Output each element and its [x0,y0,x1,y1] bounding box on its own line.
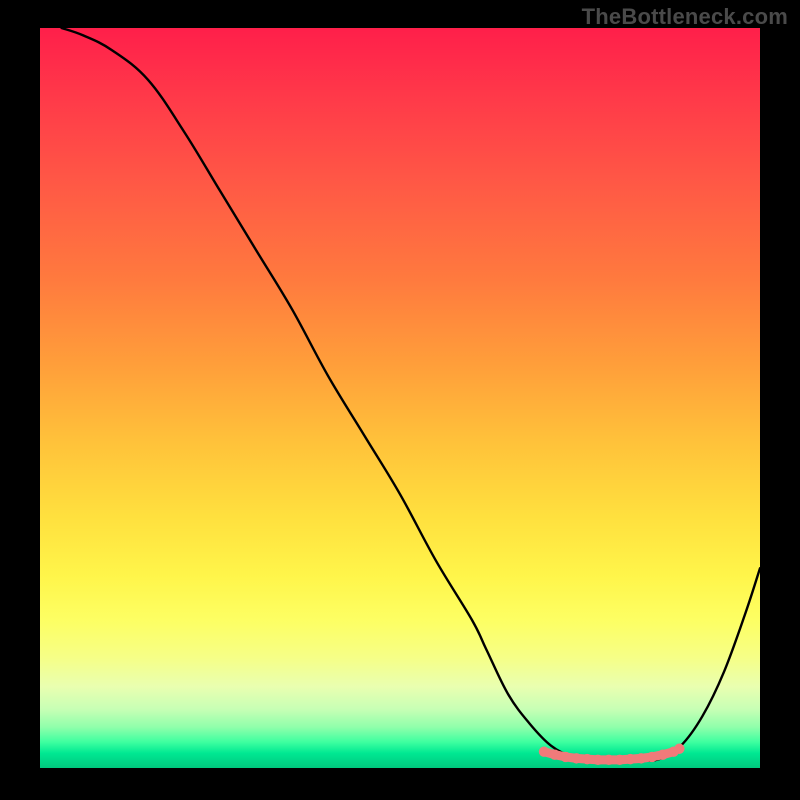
marker-dot [625,754,635,764]
main-curve [62,28,760,761]
marker-dot [614,755,624,765]
marker-dot [658,749,668,759]
marker-dot [636,753,646,763]
marker-dot [647,752,657,762]
marker-dot [571,753,581,763]
plot-area [40,28,760,768]
marker-dot [560,752,570,762]
marker-dot [593,755,603,765]
marker-dot-end [674,744,684,754]
marker-dot [539,747,549,757]
curve-layer [40,28,760,768]
watermark-text: TheBottleneck.com [582,4,788,30]
marker-dot [604,755,614,765]
flat-bottom-markers [539,744,685,766]
chart-frame: TheBottleneck.com [0,0,800,800]
marker-dot [550,749,560,759]
marker-dot [582,754,592,764]
